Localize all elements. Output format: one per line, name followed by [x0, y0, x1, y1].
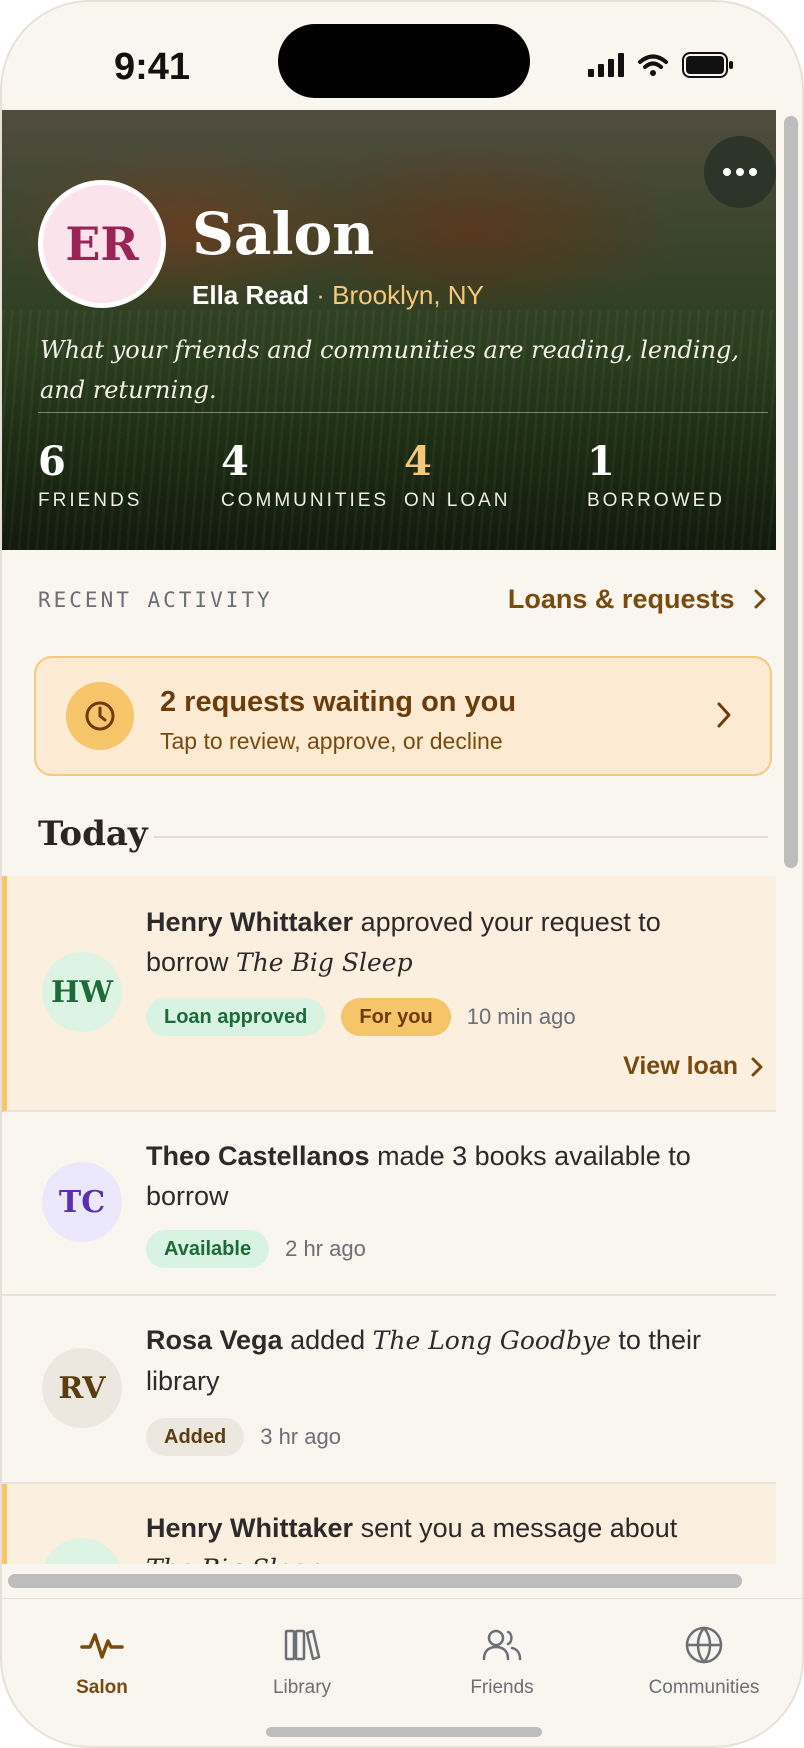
tab-label: Friends: [470, 1677, 534, 1698]
avatar: TC: [42, 1162, 122, 1242]
more-dot-icon: [723, 168, 731, 176]
timestamp: 2 hr ago: [285, 1236, 366, 1261]
actor-name[interactable]: Henry Whittaker: [146, 907, 353, 937]
people-icon: [482, 1629, 522, 1661]
status-badge: Loan approved: [146, 998, 326, 1036]
stat-label: COMMUNITIES: [221, 490, 390, 511]
book-title[interactable]: The Long Goodbye: [373, 1326, 611, 1355]
view-loan-link[interactable]: View loan: [623, 1052, 764, 1081]
timestamp: 3 hr ago: [260, 1424, 341, 1449]
globe-icon: [685, 1626, 723, 1664]
chevron-right-icon: [751, 1057, 763, 1076]
divider: [38, 412, 768, 413]
activity-text: Rosa Vega added The Long Goodbye to thei…: [146, 1320, 746, 1401]
status-badge: Added: [146, 1418, 245, 1456]
status-icons: [588, 52, 734, 78]
more-options-button[interactable]: [704, 136, 776, 208]
user-avatar[interactable]: ER: [38, 180, 166, 308]
requests-subtitle: Tap to review, approve, or decline: [160, 728, 503, 754]
stat-label: FRIENDS: [38, 490, 143, 511]
activity-meta: Loan approved For you 10 min ago: [146, 998, 576, 1036]
activity-text: Theo Castellanos made 3 books available …: [146, 1136, 746, 1216]
actor-name[interactable]: Rosa Vega: [146, 1325, 283, 1355]
loans-link-label: Loans & requests: [507, 584, 735, 614]
stat-label: BORROWED: [587, 490, 725, 511]
activity-text: Henry Whittaker approved your request to…: [146, 902, 746, 983]
stat-communities[interactable]: 4 COMMUNITIES: [221, 440, 389, 512]
signal-icon: [588, 53, 624, 77]
actor-name[interactable]: Henry Whittaker: [146, 1513, 353, 1543]
tab-bar: Salon Library Friends Communities: [2, 1598, 802, 1746]
actor-name[interactable]: Theo Castellanos: [146, 1141, 370, 1171]
page-title: Salon: [192, 200, 375, 268]
wifi-icon: [638, 54, 668, 76]
avatar: HW: [42, 952, 122, 1032]
more-dot-icon: [749, 168, 757, 176]
activity-item[interactable]: RV Rosa Vega added The Long Goodbye to t…: [2, 1296, 776, 1484]
user-location: Brooklyn, NY: [332, 280, 484, 310]
home-indicator[interactable]: [266, 1727, 542, 1737]
requests-title: 2 requests waiting on you: [160, 686, 517, 718]
clock-icon: [66, 682, 134, 750]
activity-meta: Available 2 hr ago: [146, 1230, 366, 1268]
book-title[interactable]: The Big Sleep: [236, 948, 413, 977]
tab-communities[interactable]: Communities: [614, 1625, 794, 1699]
divider: [154, 836, 768, 838]
tab-label: Communities: [648, 1677, 760, 1698]
avatar: RV: [42, 1348, 122, 1428]
tab-friends[interactable]: Friends: [412, 1625, 592, 1699]
for-you-badge: For you: [341, 998, 451, 1036]
activity-item[interactable]: HW Henry Whittaker sent you a message ab…: [2, 1484, 776, 1564]
section-label: RECENT ACTIVITY: [38, 588, 273, 612]
dynamic-island: [278, 24, 530, 98]
status-time: 9:41: [114, 46, 191, 88]
status-bar: 9:41: [2, 2, 802, 110]
activity-meta: Added 3 hr ago: [146, 1418, 341, 1456]
phone-screen: 9:41 ER Salon Ella Read · Brooklyn, NY W…: [0, 0, 804, 1748]
hero-tagline: What your friends and communities are re…: [40, 336, 740, 404]
book-title[interactable]: The Big Sleep: [146, 1554, 323, 1564]
separator: ·: [309, 280, 333, 310]
activity-text: Henry Whittaker sent you a message about…: [146, 1508, 746, 1564]
activity-icon: [80, 1633, 124, 1659]
view-loan-label: View loan: [623, 1052, 738, 1080]
chevron-right-icon: [754, 589, 766, 609]
pending-requests-card[interactable]: 2 requests waiting on you Tap to review,…: [34, 656, 772, 776]
stat-value: 1: [587, 438, 615, 485]
profile-hero: ER Salon Ella Read · Brooklyn, NY What y…: [2, 110, 776, 550]
tab-salon[interactable]: Salon: [12, 1625, 192, 1699]
user-name: Ella Read: [192, 280, 310, 310]
status-badge: Available: [146, 1230, 270, 1268]
activity-description: sent you a message about: [353, 1513, 678, 1543]
user-subtitle: Ella Read · Brooklyn, NY: [192, 280, 484, 311]
horizontal-scrollbar[interactable]: [8, 1574, 742, 1588]
activity-description: added: [282, 1325, 373, 1355]
stat-value: 6: [38, 438, 66, 485]
books-icon: [284, 1629, 321, 1661]
activity-item[interactable]: HW Henry Whittaker approved your request…: [2, 876, 776, 1112]
day-heading: Today: [38, 814, 148, 854]
battery-icon: [682, 52, 733, 78]
stat-value: 4: [221, 438, 249, 485]
chevron-right-icon: [717, 702, 731, 728]
timestamp: 10 min ago: [466, 1004, 576, 1029]
stat-on-loan[interactable]: 4 ON LOAN: [404, 440, 511, 512]
tab-library[interactable]: Library: [212, 1625, 392, 1699]
vertical-scrollbar[interactable]: [784, 116, 798, 868]
tab-label: Salon: [76, 1677, 128, 1698]
stat-label: ON LOAN: [404, 490, 511, 511]
recent-activity-header: RECENT ACTIVITY Loans & requests: [38, 584, 768, 624]
tab-label: Library: [272, 1677, 332, 1698]
more-dot-icon: [736, 168, 744, 176]
stat-friends[interactable]: 6 FRIENDS: [38, 440, 142, 512]
activity-item[interactable]: TC Theo Castellanos made 3 books availab…: [2, 1112, 776, 1296]
stat-value: 4: [404, 438, 432, 485]
loans-requests-link[interactable]: Loans & requests: [508, 584, 768, 615]
stat-borrowed[interactable]: 1 BORROWED: [587, 440, 725, 512]
avatar: HW: [42, 1538, 122, 1564]
